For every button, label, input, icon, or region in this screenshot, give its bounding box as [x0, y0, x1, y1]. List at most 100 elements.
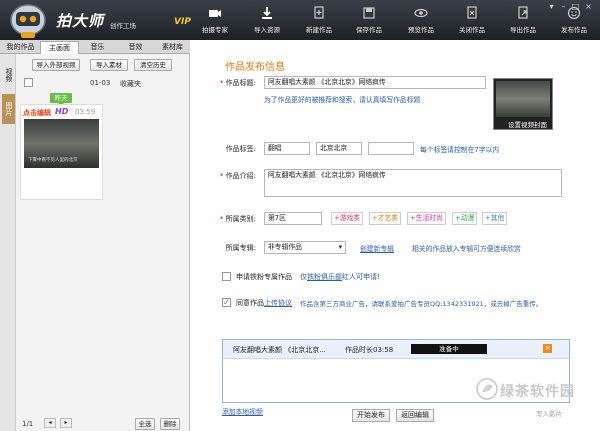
tag-input-1[interactable]: 翻唱	[264, 142, 310, 155]
category-label-text: 所属类别:	[225, 215, 256, 223]
toolbar-camera-expert-button[interactable]: 拍摄专家	[193, 6, 237, 38]
left-tabs: 我的作品 主画面 音乐 音效 素材库	[0, 40, 190, 54]
apply-exclusive-checkbox[interactable]	[222, 272, 231, 281]
set-cover-link[interactable]: 设置视频封面	[508, 119, 547, 129]
vtab-image[interactable]: 图片	[2, 94, 15, 124]
required-mark: *	[219, 215, 224, 223]
desc-label-text: 作品介绍:	[225, 172, 256, 180]
import-material-button[interactable]: 导入素材	[90, 59, 128, 71]
pager-label: 1/1	[22, 420, 34, 428]
album-label: 所属专辑:	[225, 244, 256, 252]
close-window-button[interactable]: ×	[583, 2, 594, 12]
back-to-edit-button[interactable]: 返回编辑	[396, 409, 434, 422]
toolbar-close-work-button[interactable]: 关闭作品	[450, 6, 494, 38]
album-hint: 相关的作品放入专辑可方便连续欣赏	[412, 245, 521, 253]
tags-label: 作品标签:	[225, 145, 256, 153]
select-all-button[interactable]: 全选	[135, 418, 155, 430]
robot-logo-icon	[10, 4, 46, 38]
toolbar-import-button[interactable]: 导入资源	[245, 6, 289, 38]
title-input[interactable]: 阿友翻唱大素颜 《北京北京》网络疯传	[264, 76, 486, 89]
prev-page-button[interactable]: ◂	[44, 418, 56, 428]
cover-thumbnail[interactable]: 设置视频封面	[493, 78, 553, 130]
save-icon	[363, 7, 375, 19]
toolbar-label: 导入资源	[254, 26, 280, 34]
toolbar-new-button[interactable]: 新建作品	[297, 6, 341, 38]
camera-icon	[209, 10, 221, 17]
clear-history-button[interactable]: 清空历史	[134, 59, 172, 71]
category-talent-button[interactable]: +才艺类	[369, 212, 402, 225]
apply-hint: 仅铁粉俱乐部红人可申请!	[300, 272, 380, 282]
tag-input-3[interactable]	[368, 142, 414, 155]
add-local-video-link[interactable]: 添加本地视频	[222, 406, 263, 416]
tab-my-works[interactable]: 我的作品	[1, 41, 40, 54]
watermark-sub: 写入影片	[536, 410, 562, 418]
desc-label: * 作品介绍:	[196, 171, 256, 181]
category-games-button[interactable]: +游戏类	[331, 212, 364, 225]
vertical-tabs: 视频 图片	[0, 54, 16, 431]
import-icon	[262, 7, 272, 19]
card-hd-badge: HD	[55, 107, 69, 116]
card-edit-label: 点击编辑	[23, 109, 51, 117]
upload-protocol-link[interactable]: 上传协议	[264, 299, 292, 307]
category-label: * 所属类别:	[196, 214, 256, 224]
vip-badge: VIP	[174, 17, 191, 27]
agree-label: 同意作品上传协议	[236, 298, 292, 308]
apply-hint-suffix: 红人可申请!	[342, 273, 380, 281]
category-lifestyle-button[interactable]: +生活时尚	[407, 212, 446, 225]
agree-label-text: 同意作品	[236, 299, 264, 307]
description-textarea[interactable]: 阿友翻唱大素颜 《北京北京》网络疯传	[264, 169, 562, 197]
vtab-video[interactable]: 视频	[2, 60, 15, 90]
card-caption: 下雾中看不见人里的北京	[28, 158, 78, 163]
tab-sound-effects[interactable]: 音效	[116, 41, 155, 54]
tag-input-2[interactable]: 北京北京	[316, 142, 362, 155]
title-label-text: 作品标题:	[225, 79, 256, 87]
upload-row[interactable]: 阿友翻唱大素颜 《北京北京... 作品时长03:58 准备中 ×	[223, 340, 569, 359]
delete-button[interactable]: 删除	[160, 418, 180, 430]
category-input[interactable]: 第7区	[264, 212, 322, 225]
chevron-down-icon: ▾	[338, 243, 342, 251]
close-doc-icon	[467, 6, 477, 19]
section-title: 作品发布信息	[225, 62, 285, 73]
tab-music[interactable]: 音乐	[78, 41, 117, 54]
video-card[interactable]: 点击编辑 HD 03:59 下雾中看不见人里的北京	[20, 104, 103, 200]
toolbar-export-button[interactable]: 导出作品	[501, 6, 545, 38]
toolbar-label: 预览作品	[408, 26, 434, 34]
date-label: 01-03	[90, 79, 111, 87]
favorites-link[interactable]: 收藏夹	[120, 79, 141, 89]
agree-protocol-checkbox[interactable]: ✓	[222, 298, 231, 307]
minimize-button[interactable]: –	[558, 2, 569, 12]
start-publish-button[interactable]: 开始发布	[352, 409, 390, 422]
maximize-button[interactable]: □	[570, 2, 581, 12]
next-page-button[interactable]: ▸	[60, 418, 72, 428]
card-thumbnail: 下雾中看不见人里的北京	[24, 119, 99, 168]
album-select-value: 非专辑作品	[268, 243, 302, 251]
select-date-checkbox[interactable]	[24, 78, 33, 87]
iron-fan-club-link[interactable]: 铁粉俱乐部	[307, 273, 342, 281]
card-duration: 03:59	[75, 108, 96, 116]
tab-material-library[interactable]: 素材库	[153, 41, 192, 54]
tab-main-screen[interactable]: 主画面	[40, 41, 79, 54]
remove-upload-icon[interactable]: ×	[543, 344, 552, 353]
required-mark: *	[219, 172, 224, 180]
brand-name: 拍大师	[56, 12, 105, 30]
ad-warning-hint: 作品含第三方商业广告，请联系爱拍广告专员QQ:1342331921，或去掉广告重…	[300, 300, 543, 308]
toolbar-label: 关闭作品	[459, 26, 485, 34]
create-album-link[interactable]: 创建新专辑	[360, 243, 394, 253]
toolbar-save-button[interactable]: 保存作品	[347, 6, 391, 38]
required-mark: *	[219, 79, 224, 87]
date-badge: 昨天	[50, 93, 72, 106]
import-external-video-button[interactable]: 导入外部视频	[32, 59, 80, 71]
title-label: * 作品标题:	[196, 78, 256, 88]
upload-duration: 作品时长03:58	[345, 346, 394, 354]
toolbar-label: 发布作品	[561, 26, 587, 34]
album-select[interactable]: 非专辑作品 ▾	[264, 241, 346, 254]
toolbar-label: 拍摄专家	[202, 26, 228, 34]
category-other-button[interactable]: +其他	[482, 212, 508, 225]
top-toolbar: 拍大师 创作工场 VIP 拍摄专家 导入资源 新建作品 保存作品 预览作品 关闭…	[0, 0, 600, 40]
leaf-logo-icon	[476, 378, 498, 400]
category-anime-button[interactable]: +动漫	[452, 212, 478, 225]
left-panel: 我的作品 主画面 音乐 音效 素材库 视频 图片	[0, 40, 190, 431]
toolbar-label: 保存作品	[356, 26, 382, 34]
toolbar-preview-button[interactable]: 预览作品	[399, 6, 443, 38]
menu-dropdown-button[interactable]: ▾	[546, 2, 557, 12]
